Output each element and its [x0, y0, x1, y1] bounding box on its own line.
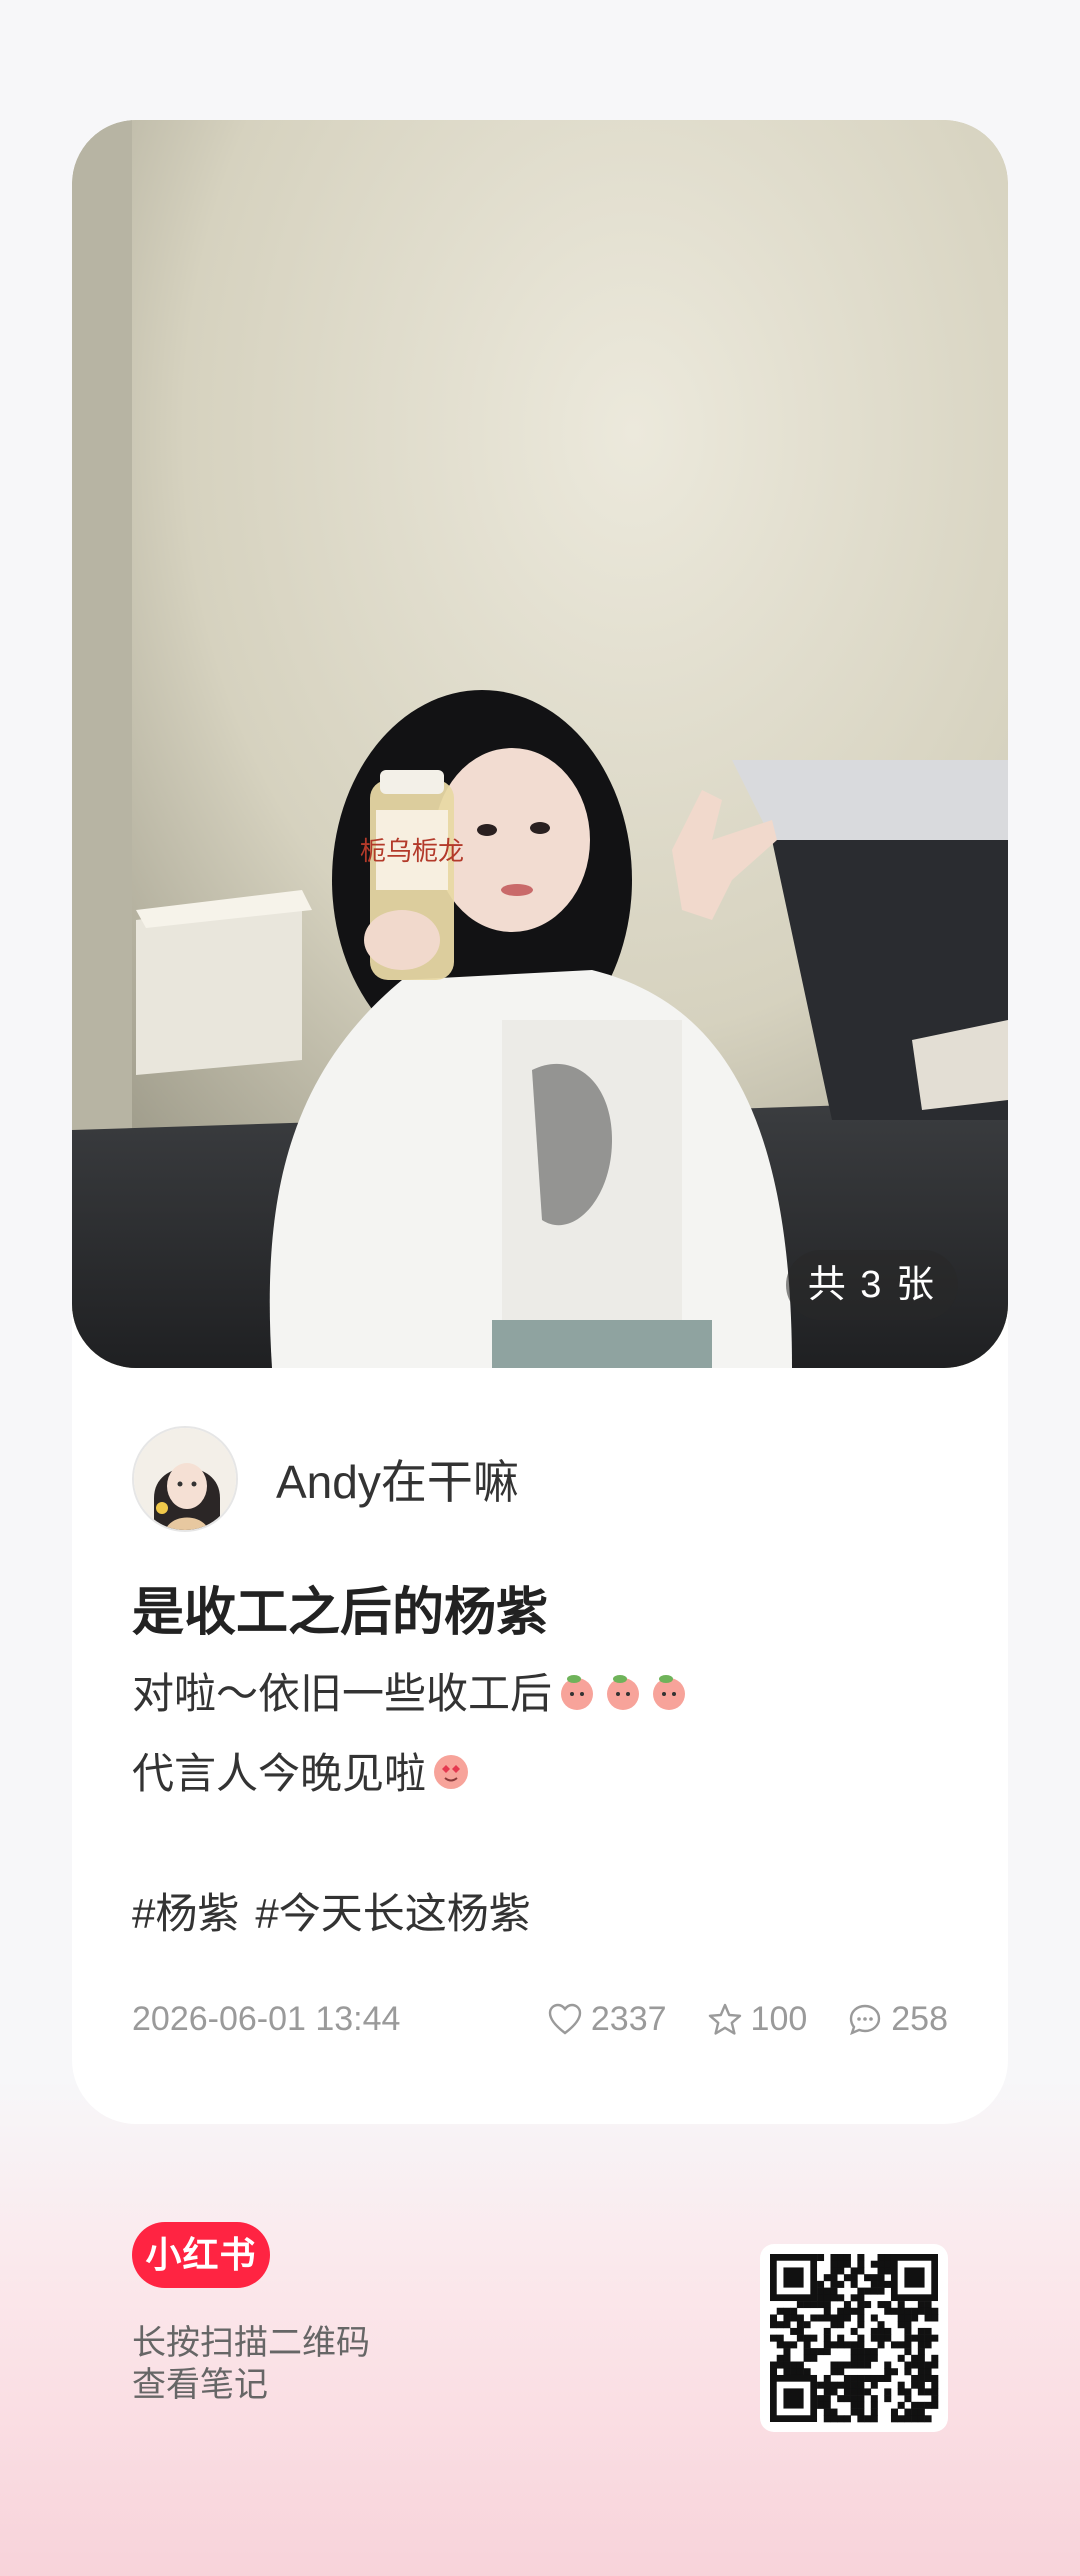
scan-instruction-line-2: 查看笔记: [132, 2366, 268, 2404]
author-name[interactable]: Andy在干嘛: [276, 1446, 519, 1512]
note-body-text: 代言人今晚见啦: [132, 1750, 427, 1797]
peach-icon: [653, 1674, 686, 1710]
image-count-badge: 共 3 张: [785, 1250, 958, 1320]
like-stat[interactable]: 2337: [547, 2000, 667, 2039]
tag-list: #杨紫 #今天长这杨紫: [132, 1880, 531, 1941]
note-card: 栀乌栀龙 共 3 张 Andy在干嘛 是收工之后的杨紫 对啦～依旧一些收工后 代…: [72, 120, 1008, 2124]
comment-icon: [850, 2004, 881, 2035]
qr-code[interactable]: [760, 2244, 948, 2432]
heart-icon: [548, 2003, 582, 2035]
peach-icon: [607, 1674, 640, 1710]
tag-link[interactable]: #今天长这杨紫: [255, 1880, 530, 1941]
heart-eyes-icon: [434, 1754, 469, 1789]
comment-count: 258: [891, 2000, 948, 2038]
like-count: 2337: [590, 2000, 667, 2038]
collect-stat[interactable]: 100: [707, 2000, 808, 2039]
note-photo[interactable]: 栀乌栀龙 共 3 张: [72, 120, 1008, 1368]
note-body-text: 对啦～依旧一些收工后: [132, 1670, 553, 1717]
qr-code-icon: [770, 2254, 939, 2423]
bottle-label: 栀乌栀龙: [360, 837, 464, 867]
tag-link[interactable]: #杨紫: [132, 1880, 239, 1941]
star-icon: [708, 2003, 741, 2035]
avatar-illustration-icon: [134, 1428, 236, 1530]
comment-stat[interactable]: 258: [847, 2000, 948, 2039]
avatar[interactable]: [132, 1426, 238, 1532]
note-meta-row: 2026-06-01 13:44 2337 100 258: [132, 2000, 948, 2039]
note-title: 是收工之后的杨紫: [132, 1584, 549, 1642]
post-timestamp: 2026-06-01 13:44: [132, 2000, 401, 2038]
note-body-line-2: 代言人今晚见啦: [132, 1740, 472, 1801]
collect-count: 100: [750, 2000, 808, 2038]
note-body-line-1: 对啦～依旧一些收工后: [132, 1660, 690, 1721]
photo-illustration: 栀乌栀龙: [72, 120, 1008, 1368]
author-row[interactable]: Andy在干嘛: [132, 1426, 519, 1532]
brand-logo: 小红书: [132, 2222, 270, 2288]
scan-instructions: 长按扫描二维码 查看笔记: [132, 2322, 370, 2406]
scan-instruction-line-1: 长按扫描二维码: [132, 2324, 370, 2362]
peach-icon: [561, 1674, 594, 1710]
